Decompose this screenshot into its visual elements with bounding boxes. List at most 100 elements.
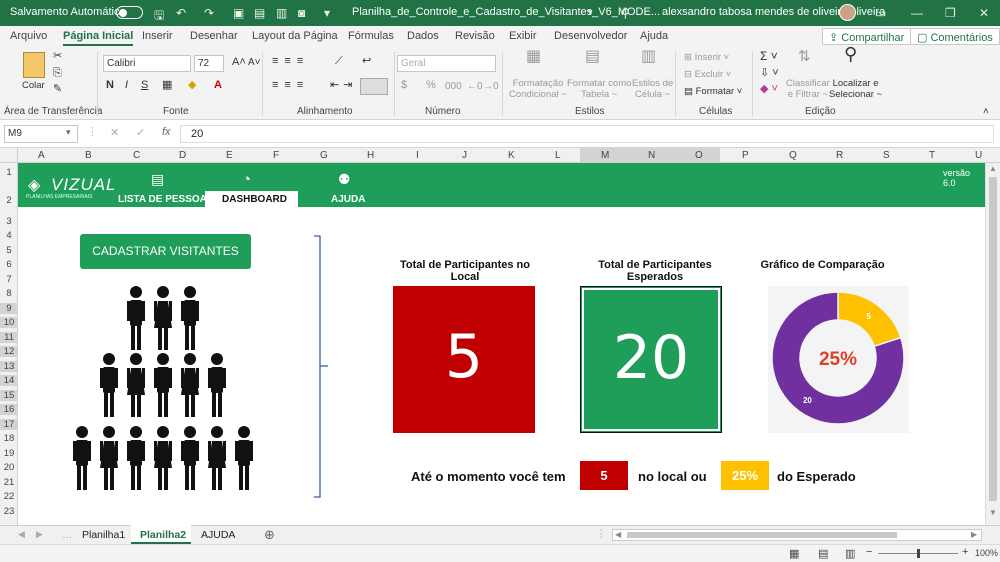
row-header[interactable]: 22 <box>0 491 18 502</box>
row-header[interactable]: 10 <box>0 317 18 328</box>
row-header[interactable]: 13 <box>0 361 18 372</box>
select-all-corner[interactable] <box>0 148 18 163</box>
bold-button[interactable]: N <box>106 80 114 91</box>
next-sheet-icon[interactable]: ▶ <box>36 529 43 540</box>
column-header[interactable]: K <box>508 150 515 161</box>
column-header[interactable]: H <box>367 150 374 161</box>
open-icon[interactable]: ▤ <box>254 6 265 20</box>
row-header[interactable]: 9 <box>0 303 18 314</box>
number-format-select[interactable]: Geral <box>397 55 496 72</box>
format-table-button[interactable]: Formatar como Tabela ~ <box>567 78 631 100</box>
autosum-icon[interactable]: Σ ˅ <box>760 50 778 62</box>
paste-icon[interactable] <box>23 52 45 78</box>
zoom-out-icon[interactable]: − <box>866 546 872 558</box>
underline-button[interactable]: S <box>141 80 148 91</box>
format-button[interactable]: ▤ Formatar ˅ <box>684 86 742 97</box>
page-layout-icon[interactable]: ▤ <box>818 547 828 560</box>
hscroll-thumb[interactable] <box>627 532 897 538</box>
row-header[interactable]: 21 <box>0 477 18 488</box>
tab-desenhar[interactable]: Desenhar <box>190 30 238 42</box>
column-header[interactable]: I <box>416 150 419 161</box>
cut-icon[interactable]: ✂ <box>53 51 62 62</box>
search-icon[interactable]: ⚲ <box>621 6 630 20</box>
tab-formulas[interactable]: Fórmulas <box>348 30 394 42</box>
scroll-down-icon[interactable]: ▼ <box>989 508 997 517</box>
tab-arquivo[interactable]: Arquivo <box>10 30 47 42</box>
increase-decimal-icon[interactable]: ←0 <box>467 81 483 92</box>
row-header[interactable]: 7 <box>0 274 18 285</box>
camera-icon[interactable]: ◙ <box>298 6 305 20</box>
autosave-toggle[interactable] <box>116 6 143 19</box>
column-header[interactable]: O <box>695 150 703 161</box>
scroll-right-icon[interactable]: ▶ <box>971 530 977 539</box>
row-header[interactable]: 17 <box>0 419 18 430</box>
zoom-level[interactable]: 100% <box>975 548 998 558</box>
new-file-icon[interactable]: ▣ <box>233 6 244 20</box>
column-header[interactable]: L <box>555 150 561 161</box>
row-header[interactable]: 2 <box>0 195 18 206</box>
row-header[interactable]: 1 <box>0 167 18 178</box>
undo-icon[interactable]: ↶ <box>176 6 186 20</box>
add-sheet-icon[interactable]: ⊕ <box>264 527 275 543</box>
cell-styles-button[interactable]: Estilos de Célula ~ <box>632 78 673 100</box>
ribbon-display-icon[interactable]: ▭ <box>875 6 886 20</box>
column-header[interactable]: A <box>38 150 45 161</box>
tab-desenvolvedor[interactable]: Desenvolvedor <box>554 30 627 42</box>
sheet-tab-planilha1[interactable]: Planilha1 <box>82 529 125 541</box>
comma-icon[interactable]: 000 <box>445 81 462 92</box>
sort-filter-button[interactable]: Classificar e Filtrar ~ <box>786 78 830 100</box>
currency-icon[interactable]: $ <box>401 80 407 91</box>
row-header[interactable]: 6 <box>0 259 18 270</box>
formula-input[interactable]: 20 <box>180 125 994 143</box>
scroll-left-icon[interactable]: ◀ <box>615 530 621 539</box>
close-icon[interactable]: ✕ <box>979 6 989 20</box>
column-header[interactable]: F <box>273 150 279 161</box>
nav-lista-pessoal[interactable]: LISTA DE PESSOAL <box>118 194 213 205</box>
restore-icon[interactable]: ❐ <box>945 6 956 20</box>
column-header[interactable]: P <box>742 150 749 161</box>
nav-dashboard-tab[interactable]: DASHBOARD <box>205 191 298 207</box>
row-header[interactable]: 11 <box>0 332 18 343</box>
indent-icons[interactable]: ⇤⇥ <box>330 80 356 91</box>
redo-icon[interactable]: ↷ <box>204 6 214 20</box>
tab-exibir[interactable]: Exibir <box>509 30 537 42</box>
decrease-decimal-icon[interactable]: →0 <box>483 81 499 92</box>
scroll-up-icon[interactable]: ▲ <box>989 164 997 173</box>
tab-ajuda[interactable]: Ajuda <box>640 30 668 42</box>
expected-count-card[interactable]: 20 <box>580 286 722 433</box>
nav-ajuda[interactable]: AJUDA <box>331 194 365 205</box>
row-header[interactable]: 15 <box>0 390 18 401</box>
cancel-icon[interactable]: ✕ <box>110 126 119 139</box>
column-header[interactable]: T <box>929 150 935 161</box>
title-dropdown-icon[interactable]: ▾ <box>588 7 593 18</box>
horizontal-align-icons[interactable]: ≡≡≡ <box>272 80 309 91</box>
paste-button[interactable]: Colar <box>22 80 45 91</box>
fill-icon[interactable]: ⇩ ˅ <box>760 68 779 79</box>
row-header[interactable]: 3 <box>0 216 18 227</box>
horizontal-scrollbar[interactable]: ◀ ▶ <box>612 529 982 541</box>
fill-color-icon[interactable]: ◆ <box>188 80 196 91</box>
save-icon[interactable]: 🖫 <box>154 6 164 27</box>
row-header[interactable]: 8 <box>0 288 18 299</box>
tab-split-handle[interactable]: ⋮ <box>596 528 607 540</box>
column-header[interactable]: Q <box>789 150 797 161</box>
row-header[interactable]: 18 <box>0 433 18 444</box>
format-painter-icon[interactable]: ✎ <box>53 84 62 95</box>
share-button[interactable]: ⇪ Compartilhar <box>822 28 912 45</box>
normal-view-icon[interactable]: ▦ <box>789 547 799 560</box>
column-header[interactable]: C <box>133 150 140 161</box>
row-header[interactable]: 14 <box>0 375 18 386</box>
row-header[interactable]: 20 <box>0 462 18 473</box>
conditional-format-button[interactable]: Formatação Condicional ~ <box>509 78 567 100</box>
clear-icon[interactable]: ◆ ˅ <box>760 84 778 95</box>
insert-function-icon[interactable]: fx <box>162 126 171 138</box>
zoom-in-icon[interactable]: + <box>962 546 968 558</box>
comments-button[interactable]: ▢ Comentários <box>910 28 1000 45</box>
tab-pagina-inicial[interactable]: Página Inicial <box>63 30 134 46</box>
column-header[interactable]: U <box>975 150 982 161</box>
quick-access-more-icon[interactable]: ▾ <box>324 6 330 20</box>
copy-icon[interactable]: ⎘ <box>53 68 62 79</box>
merge-center-icon[interactable] <box>360 78 388 95</box>
column-header[interactable]: N <box>648 150 655 161</box>
tab-revisao[interactable]: Revisão <box>455 30 495 42</box>
